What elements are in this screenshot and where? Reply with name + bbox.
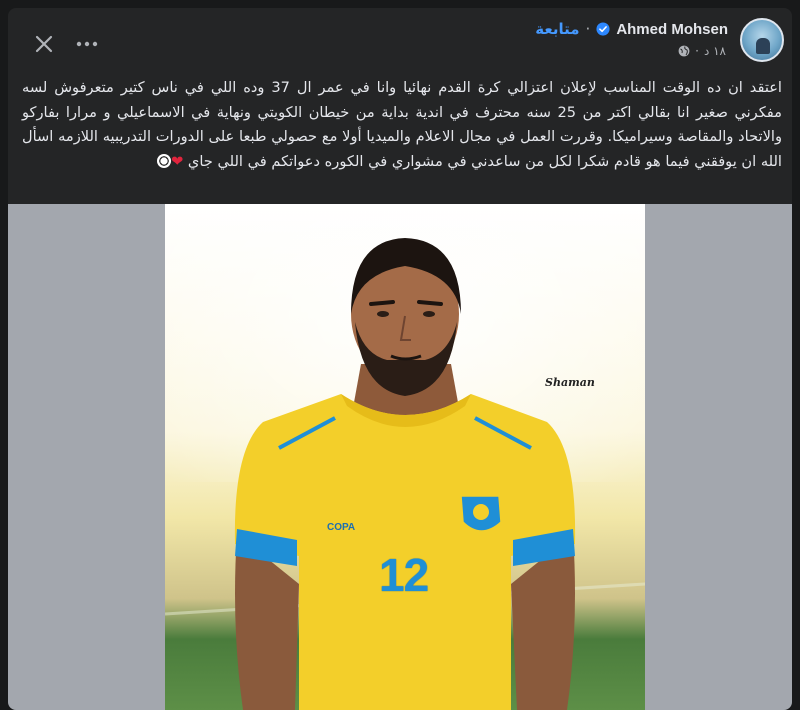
post-header: متابعة · Ahmed Mohsen xyxy=(535,20,728,38)
photo-watermark: Shaman xyxy=(545,376,595,389)
follow-button[interactable]: متابعة xyxy=(535,20,579,38)
close-button[interactable] xyxy=(30,30,58,58)
jersey-brand-logo: COPA xyxy=(327,522,356,533)
author-name[interactable]: Ahmed Mohsen xyxy=(616,21,728,38)
verified-badge-icon xyxy=(596,22,610,36)
separator-dot: · xyxy=(585,20,591,38)
post-media-area: Shaman COPA 12 xyxy=(8,204,792,710)
jersey-number: 12 xyxy=(379,549,429,601)
heart-emoji: ❤ xyxy=(171,152,184,170)
post-text-content: اعتقد ان ده الوقت المناسب لإعلان اعتزالي… xyxy=(22,79,782,170)
author-avatar[interactable] xyxy=(740,18,784,62)
post-body-text: اعتقد ان ده الوقت المناسب لإعلان اعتزالي… xyxy=(22,76,782,174)
close-icon xyxy=(35,35,53,53)
player-illustration xyxy=(165,238,645,710)
football-emoji-icon xyxy=(157,153,172,168)
time-separator: · xyxy=(695,44,699,58)
more-options-icon xyxy=(76,41,98,47)
post-card: متابعة · Ahmed Mohsen · ١٨ د اعتقد ان ده… xyxy=(8,8,792,710)
post-meta: · ١٨ د xyxy=(678,44,726,58)
more-options-button[interactable] xyxy=(70,30,104,58)
post-photo[interactable]: Shaman COPA 12 xyxy=(165,204,645,710)
post-timestamp[interactable]: ١٨ د xyxy=(704,44,726,58)
globe-icon[interactable] xyxy=(678,45,690,57)
